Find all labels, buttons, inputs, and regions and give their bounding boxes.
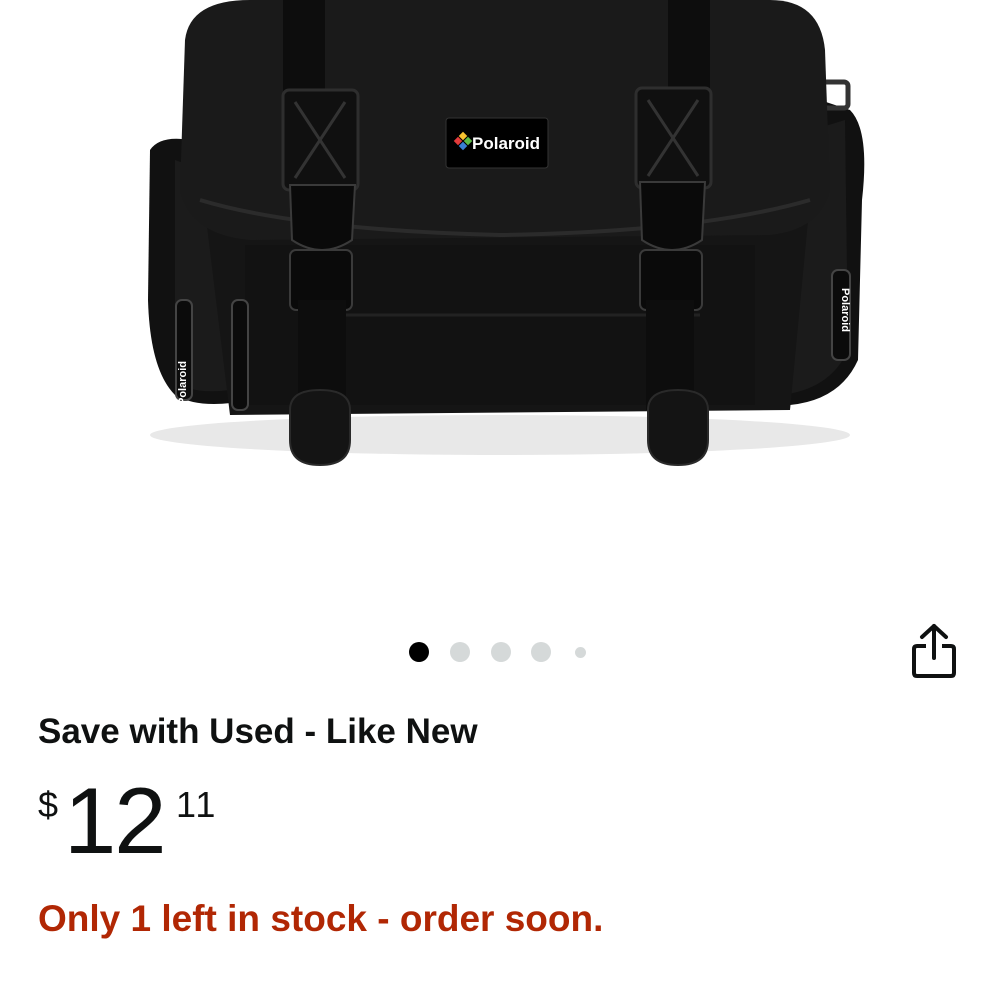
price-fraction: 11 bbox=[176, 784, 218, 825]
carousel-dot-5[interactable] bbox=[575, 647, 586, 658]
carousel-dot-2[interactable] bbox=[450, 642, 470, 662]
image-carousel-indicator[interactable] bbox=[400, 640, 600, 664]
price-whole: 12 bbox=[64, 768, 167, 873]
share-button[interactable] bbox=[906, 622, 962, 682]
product-image[interactable]: Polaroid Polaroid Polaroid bbox=[0, 0, 1000, 600]
zipper-brand-left: Polaroid bbox=[177, 361, 189, 405]
carousel-dot-1[interactable] bbox=[409, 642, 429, 662]
used-offer-title: Save with Used - Like New bbox=[38, 712, 478, 751]
share-icon bbox=[912, 624, 956, 678]
stock-status: Only 1 left in stock - order soon. bbox=[38, 898, 604, 939]
camera-bag-image: Polaroid Polaroid Polaroid bbox=[148, 0, 865, 467]
zipper-brand-right: Polaroid bbox=[839, 288, 851, 332]
brand-label: Polaroid bbox=[472, 134, 540, 153]
carousel-dot-3[interactable] bbox=[491, 642, 511, 662]
price-currency-symbol: $ bbox=[38, 784, 59, 825]
carousel-dot-4[interactable] bbox=[531, 642, 551, 662]
